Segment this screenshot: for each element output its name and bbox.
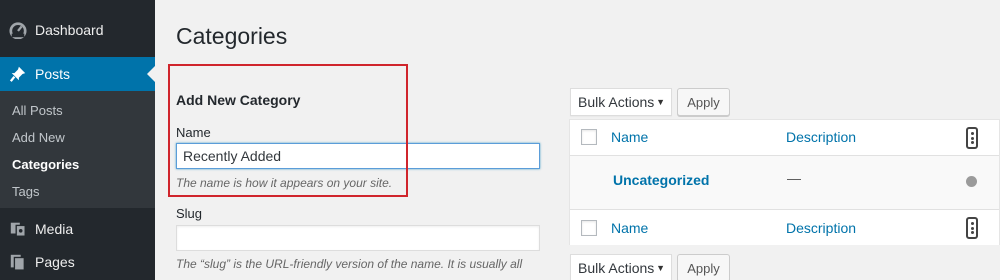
submenu-all-posts[interactable]: All Posts — [12, 103, 63, 118]
category-description: — — [787, 170, 801, 186]
name-description: The name is how it appears on your site. — [176, 176, 393, 190]
select-all-checkbox-footer[interactable] — [581, 220, 597, 236]
menu-posts[interactable]: Posts — [0, 57, 155, 91]
menu-dashboard-label: Dashboard — [35, 22, 104, 38]
apply-button-bottom[interactable]: Apply — [677, 254, 730, 280]
name-label: Name — [176, 125, 211, 140]
apply-button-top[interactable]: Apply — [677, 88, 730, 116]
name-input[interactable] — [176, 143, 540, 169]
count-column-icon-footer[interactable] — [966, 217, 978, 239]
slug-description: The “slug” is the URL-friendly version o… — [176, 257, 523, 271]
pages-icon — [9, 253, 27, 271]
dropdown-arrow-icon: ▼ — [656, 263, 665, 273]
count-column-icon[interactable] — [966, 127, 978, 149]
categories-table: Name Description Uncategorized — Name De… — [569, 119, 1000, 245]
column-description-header[interactable]: Description — [786, 129, 856, 145]
menu-media-label: Media — [35, 221, 74, 237]
admin-sidebar: Dashboard Posts All Posts Add New Catego… — [0, 0, 155, 280]
dashboard-icon — [9, 21, 27, 39]
pin-icon — [9, 65, 27, 83]
bulk-actions-select-bottom[interactable]: Bulk Actions ▼ — [570, 254, 672, 280]
bulk-actions-select-top[interactable]: Bulk Actions ▼ — [570, 88, 672, 116]
menu-pages-label: Pages — [35, 254, 75, 270]
menu-posts-label: Posts — [35, 66, 71, 82]
slug-label: Slug — [176, 206, 203, 221]
bulk-actions-label-bottom: Bulk Actions — [578, 260, 655, 276]
table-row[interactable]: Uncategorized — — [570, 156, 999, 209]
slug-input[interactable] — [176, 225, 540, 251]
select-all-checkbox[interactable] — [581, 129, 597, 145]
count-dot-icon — [966, 176, 977, 187]
form-title: Add New Category — [176, 92, 301, 108]
page-title: Categories — [176, 23, 288, 49]
category-name-link[interactable]: Uncategorized — [613, 172, 709, 188]
menu-dashboard[interactable]: Dashboard — [0, 13, 155, 47]
posts-submenu: All Posts Add New Categories Tags — [0, 91, 155, 208]
menu-media[interactable]: Media — [0, 212, 155, 246]
table-footer: Name Description — [570, 209, 999, 245]
bulk-actions-label: Bulk Actions — [578, 94, 655, 110]
column-name-footer[interactable]: Name — [611, 220, 648, 236]
dropdown-arrow-icon: ▼ — [656, 97, 665, 107]
column-name-header[interactable]: Name — [611, 129, 648, 145]
column-description-footer[interactable]: Description — [786, 220, 856, 236]
table-header: Name Description — [570, 120, 999, 156]
media-icon — [9, 220, 27, 238]
submenu-categories[interactable]: Categories — [12, 157, 79, 172]
submenu-add-new[interactable]: Add New — [12, 130, 65, 145]
submenu-tags[interactable]: Tags — [12, 184, 39, 199]
menu-pages[interactable]: Pages — [0, 245, 155, 279]
